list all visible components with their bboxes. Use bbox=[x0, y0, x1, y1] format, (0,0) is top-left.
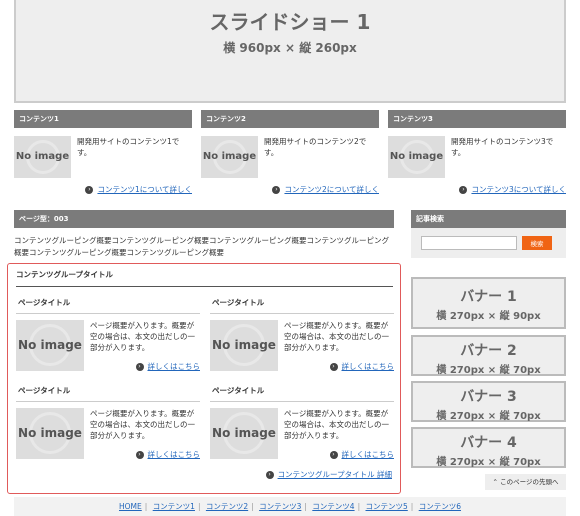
arrow-right-icon: › bbox=[85, 186, 94, 194]
slideshow-size: 横 960px × 縦 260px bbox=[223, 41, 357, 55]
slideshow-placeholder: スライドショー 1 横 960px × 縦 260px bbox=[14, 0, 566, 103]
search-header: 記事検索 bbox=[411, 210, 566, 228]
banner-4[interactable]: バナー 4 横 270px × 縦 70px bbox=[411, 427, 566, 468]
content-column-3: コンテンツ3 No image 開発用サイトのコンテンツ3です。 › コンテンツ3… bbox=[388, 110, 566, 195]
page-card: ページタイトル No image ページ概要が入ります。概要が空の場合は、本文の… bbox=[16, 385, 200, 460]
footer-link-content6[interactable]: コンテンツ6 bbox=[419, 502, 461, 511]
search-input[interactable] bbox=[421, 236, 517, 250]
card-more-link[interactable]: 詳しくはこちら bbox=[342, 450, 395, 459]
content-more-link[interactable]: コンテンツ2について詳しく bbox=[284, 185, 379, 194]
no-image-placeholder: No image bbox=[201, 136, 258, 178]
content-header: コンテンツ2 bbox=[201, 110, 379, 128]
back-to-top-label: このページの先頭へ bbox=[500, 478, 559, 486]
card-more-link[interactable]: 詳しくはこちら bbox=[342, 362, 395, 371]
content-header: コンテンツ1 bbox=[14, 110, 192, 128]
card-title: ページタイトル bbox=[210, 297, 394, 314]
page-card: ページタイトル No image ページ概要が入ります。概要が空の場合は、本文の… bbox=[16, 297, 200, 372]
content-description: 開発用サイトのコンテンツ1です。 bbox=[77, 137, 180, 157]
footer-nav: HOME | コンテンツ1 | コンテンツ2 | コンテンツ3 | コンテンツ4 | コン… bbox=[14, 497, 566, 516]
content-group: コンテンツグループタイトル ページタイトル No image ページ概要が入りま… bbox=[7, 263, 401, 494]
page-description: コンテンツグルーピング概要コンテンツグルーピング概要コンテンツグルーピング概要コ… bbox=[14, 236, 389, 257]
footer-link-content2[interactable]: コンテンツ2 bbox=[206, 502, 248, 511]
card-title: ページタイトル bbox=[16, 385, 200, 402]
footer-link-content3[interactable]: コンテンツ3 bbox=[259, 502, 301, 511]
banner-3[interactable]: バナー 3 横 270px × 縦 70px bbox=[411, 381, 566, 422]
card-title: ページタイトル bbox=[16, 297, 200, 314]
banner-title: バナー 4 bbox=[460, 435, 517, 451]
banner-size: 横 270px × 縦 70px bbox=[436, 365, 541, 376]
footer-link-content5[interactable]: コンテンツ5 bbox=[366, 502, 408, 511]
search-button[interactable]: 検索 bbox=[522, 236, 552, 250]
arrow-right-icon: › bbox=[329, 451, 338, 459]
arrow-right-icon: › bbox=[329, 363, 338, 371]
banner-size: 横 270px × 縦 70px bbox=[436, 411, 541, 422]
footer-link-content4[interactable]: コンテンツ4 bbox=[312, 502, 354, 511]
search-widget: 記事検索 検索 bbox=[411, 210, 566, 258]
content-header: コンテンツ3 bbox=[388, 110, 566, 128]
content-description: 開発用サイトのコンテンツ3です。 bbox=[451, 137, 554, 157]
card-title: ページタイトル bbox=[210, 385, 394, 402]
banner-title: バナー 2 bbox=[460, 343, 517, 359]
no-image-placeholder: No image bbox=[16, 408, 84, 459]
content-description: 開発用サイトのコンテンツ2です。 bbox=[264, 137, 367, 157]
no-image-placeholder: No image bbox=[14, 136, 71, 178]
no-image-placeholder: No image bbox=[210, 320, 278, 371]
card-more-link[interactable]: 詳しくはこちら bbox=[148, 362, 201, 371]
chevron-up-icon: ⌃ bbox=[492, 478, 498, 486]
arrow-right-icon: › bbox=[459, 186, 468, 194]
banner-2[interactable]: バナー 2 横 270px × 縦 70px bbox=[411, 335, 566, 376]
no-image-placeholder: No image bbox=[388, 136, 445, 178]
group-more-link[interactable]: コンテンツグループタイトル 詳細 bbox=[278, 470, 392, 479]
no-image-placeholder: No image bbox=[210, 408, 278, 459]
banner-title: バナー 1 bbox=[460, 289, 517, 305]
banner-size: 横 270px × 縦 90px bbox=[436, 311, 541, 322]
slideshow-title: スライドショー 1 bbox=[209, 10, 371, 34]
banner-title: バナー 3 bbox=[460, 389, 517, 405]
banner-1[interactable]: バナー 1 横 270px × 縦 90px bbox=[411, 277, 566, 329]
card-more-link[interactable]: 詳しくはこちら bbox=[148, 450, 201, 459]
back-to-top-button[interactable]: ⌃ このページの先頭へ bbox=[485, 474, 566, 490]
arrow-right-icon: › bbox=[265, 471, 274, 479]
page-type-header: ページ型：003 bbox=[14, 210, 394, 228]
page-card: ページタイトル No image ページ概要が入ります。概要が空の場合は、本文の… bbox=[210, 297, 394, 372]
arrow-right-icon: › bbox=[135, 363, 144, 371]
group-title: コンテンツグループタイトル bbox=[16, 269, 393, 287]
content-more-link[interactable]: コンテンツ3について詳しく bbox=[471, 185, 566, 194]
content-column-2: コンテンツ2 No image 開発用サイトのコンテンツ2です。 › コンテンツ2… bbox=[201, 110, 379, 195]
content-more-link[interactable]: コンテンツ1について詳しく bbox=[97, 185, 192, 194]
page-card: ページタイトル No image ページ概要が入ります。概要が空の場合は、本文の… bbox=[210, 385, 394, 460]
content-column-1: コンテンツ1 No image 開発用サイトのコンテンツ1です。 › コンテンツ1… bbox=[14, 110, 192, 195]
arrow-right-icon: › bbox=[135, 451, 144, 459]
footer-link-home[interactable]: HOME bbox=[119, 502, 142, 511]
footer-link-content1[interactable]: コンテンツ1 bbox=[153, 502, 195, 511]
arrow-right-icon: › bbox=[272, 186, 281, 194]
banner-size: 横 270px × 縦 70px bbox=[436, 457, 541, 468]
no-image-placeholder: No image bbox=[16, 320, 84, 371]
